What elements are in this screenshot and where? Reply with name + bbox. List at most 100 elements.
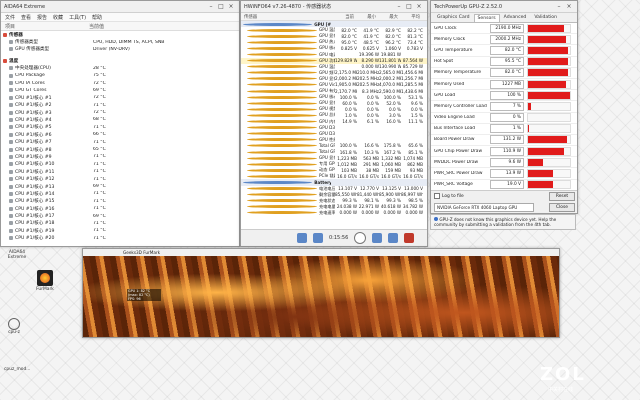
sensor-row[interactable]: CPU #1/核心 #19 71 °C <box>1 227 239 234</box>
tab-advanced[interactable]: Advanced <box>500 13 531 22</box>
sensor-row[interactable]: 传感器类型 CPU, HDD, DIMM TS, ACPI, SNB <box>1 38 239 45</box>
sensor-row[interactable]: CPU IA Cores 72 °C <box>1 79 239 86</box>
gpuz-sensor-label[interactable]: Hot Spot <box>434 59 490 64</box>
maximize-icon[interactable]: □ <box>404 3 414 10</box>
maximize-icon[interactable]: □ <box>216 3 226 10</box>
sensor-row[interactable]: GPU 传感器类型 Driver (NV-DRV) <box>1 46 239 53</box>
desktop-label-bottom[interactable]: cpuz_mod... <box>4 367 44 372</box>
minimize-icon[interactable]: – <box>554 3 564 10</box>
menu-item[interactable]: 文件 <box>5 14 15 21</box>
gpuz-window[interactable]: TechPowerUp GPU-Z 2.52.0 – × Graphics Ca… <box>430 0 578 214</box>
gpuz-sensor-row[interactable]: Memory Controller Load 7 % <box>431 101 577 113</box>
gpuz-sensor-row[interactable]: GPU Temperature 82.0 °C <box>431 45 577 57</box>
gpuz-sensor-label[interactable]: GPU Load <box>434 93 490 98</box>
gpuz-sensor-label[interactable]: Memory Used <box>434 82 490 87</box>
gpuz-sensor-label[interactable]: MVDDC Power Draw <box>434 160 490 165</box>
gpuz-sensor-row[interactable]: MVDDC Power Draw 9.6 W <box>431 157 577 169</box>
log-checkbox[interactable] <box>434 193 440 199</box>
gpuz-notice[interactable]: GPU-Z does not know this graphics device… <box>430 214 576 230</box>
desktop-icon-aida64[interactable]: AIDA64 Extreme <box>2 250 32 260</box>
tab-validation[interactable]: Validation <box>530 13 561 22</box>
sensor-row[interactable]: CPU #1/核心 #11 71 °C <box>1 168 239 175</box>
gpuz-sensor-label[interactable]: GPU Clock <box>434 26 490 31</box>
sensor-row[interactable]: CPU #1/核心 #5 71 °C <box>1 124 239 131</box>
sensor-row[interactable]: CPU #1/核心 #16 71 °C <box>1 205 239 212</box>
clock-icon[interactable] <box>354 232 367 244</box>
gpuz-sensor-label[interactable]: Memory Temperature <box>434 70 490 75</box>
tab-graphics-card[interactable]: Graphics Card <box>433 13 474 22</box>
menu-item[interactable]: 收藏 <box>53 14 63 21</box>
gpuz-sensor-row[interactable]: Memory Temperature 82.0 °C <box>431 68 577 79</box>
close-icon[interactable]: × <box>414 3 424 10</box>
column-header[interactable]: 当前 <box>332 14 354 20</box>
sensor-row[interactable]: CPU #1/核心 #6 66 °C <box>1 131 239 138</box>
column-header[interactable]: 平均 <box>398 14 420 20</box>
sensor-row[interactable]: PCIe 链路速度16.0 GT/s16.0 GT/s16.0 GT/s16.0… <box>241 173 427 179</box>
gpuz-sensor-row[interactable]: Bus Interface Load 1 % <box>431 124 577 135</box>
menu-item[interactable]: 报告 <box>37 14 47 21</box>
sensor-row[interactable]: CPU #1/核心 #4 68 °C <box>1 116 239 123</box>
sensor-row[interactable]: CPU #1/核心 #17 69 °C <box>1 212 239 219</box>
col-field[interactable]: 项目 <box>1 23 89 30</box>
sensor-row[interactable]: CPU #1/核心 #15 71 °C <box>1 198 239 205</box>
sensor-row[interactable]: CPU #1/核心 #8 65 °C <box>1 146 239 153</box>
sensor-row[interactable]: 充电速率 0.000 W 0.000 W 0.000 W 0.000 W <box>241 210 427 216</box>
gpuz-sensor-label[interactable]: Memory Clock <box>434 37 490 42</box>
gpuz-sensor-label[interactable]: Board Power Draw <box>434 137 490 142</box>
desktop-icon-furmark[interactable]: FurMark <box>34 270 56 292</box>
gpuz-sensor-label[interactable]: GPU Chip Power Draw <box>434 149 490 154</box>
log-to-file[interactable]: Log to file <box>434 193 464 199</box>
hwinfo-titlebar[interactable]: HWiNFO64 v7.26-4870 - 传感器状态 – □ × <box>241 1 427 13</box>
gpuz-sensor-row[interactable]: Memory Clock 2000.2 MHz <box>431 34 577 46</box>
gpuz-sensor-label[interactable]: PWR_SRC Voltage <box>434 182 490 187</box>
sensor-row[interactable]: CPU #1/核心 #7 71 °C <box>1 138 239 145</box>
reset-button[interactable]: Reset <box>549 192 575 201</box>
gpuz-sensor-row[interactable]: GPU Clock 2190.0 MHz <box>431 23 577 35</box>
column-header[interactable]: 最大 <box>376 14 398 20</box>
sensor-section[interactable]: 温度 <box>1 57 239 64</box>
tab-sensors[interactable]: Sensors <box>473 14 500 22</box>
gpuz-sensor-row[interactable]: Memory Used 1227 MB <box>431 79 577 91</box>
gpuz-sensor-label[interactable]: Bus Interface Load <box>434 126 490 131</box>
gpuz-sensor-row[interactable]: PWR_SRC Power Draw 13.9 W <box>431 168 577 180</box>
sensor-row[interactable]: CPU GT Cores 69 °C <box>1 87 239 94</box>
sensor-section[interactable]: 传感器 <box>1 31 239 38</box>
sensor-row[interactable]: CPU #1/核心 #2 71 °C <box>1 102 239 109</box>
sensors-icon[interactable] <box>313 233 323 243</box>
col-value[interactable]: 当前值 <box>89 23 104 30</box>
settings-icon[interactable] <box>388 233 399 243</box>
close-icon[interactable]: × <box>226 3 236 10</box>
column-header[interactable]: 最小 <box>354 14 376 20</box>
gpuz-titlebar[interactable]: TechPowerUp GPU-Z 2.52.0 – × <box>431 1 577 13</box>
gpuz-sensor-label[interactable]: Video Engine Load <box>434 115 490 120</box>
reset-icon[interactable] <box>372 233 383 243</box>
minimize-icon[interactable]: – <box>394 3 404 10</box>
close-icon[interactable] <box>404 233 415 243</box>
sensor-row[interactable]: CPU #1/核心 #12 71 °C <box>1 175 239 182</box>
aida64-titlebar[interactable]: AIDA64 Extreme – □ × <box>1 1 239 13</box>
gpuz-sensor-row[interactable]: Hot Spot 95.5 °C <box>431 57 577 68</box>
desktop-icon-cpuz[interactable]: cpu-z <box>3 318 25 335</box>
gpuz-sensor-label[interactable]: GPU Temperature <box>434 48 490 53</box>
minimize-icon[interactable]: – <box>206 3 216 10</box>
gpuz-sensor-row[interactable]: GPU Load 100 % <box>431 90 577 102</box>
network-icon[interactable] <box>297 233 307 243</box>
sensor-row[interactable]: CPU #1/核心 #9 71 °C <box>1 153 239 160</box>
furmark-window[interactable]: Geeks3D FurMark GPU 1: 82 °C (max: 82 °C… <box>82 248 560 338</box>
sensor-row[interactable]: CPU #1/核心 #13 69 °C <box>1 183 239 190</box>
gpuz-sensor-row[interactable]: Board Power Draw 131.2 W <box>431 135 577 147</box>
gpuz-sensor-label[interactable]: PWR_SRC Power Draw <box>434 171 490 176</box>
menu-item[interactable]: 工具(T) <box>69 14 86 21</box>
close-button[interactable]: Close <box>549 203 575 212</box>
sensor-row[interactable]: CPU #1/核心 #1 72 °C <box>1 94 239 101</box>
sensor-row[interactable]: CPU #1/核心 #20 71 °C <box>1 235 239 242</box>
gpu-select[interactable]: NVIDIA GeForce RTX 4060 Laptop GPU <box>434 203 534 212</box>
sensor-row[interactable]: 中央处理器(CPU) 28 °C <box>1 65 239 72</box>
column-header[interactable]: 传感器 <box>241 14 332 20</box>
menu-item[interactable]: 查看 <box>21 14 31 21</box>
gpuz-sensor-row[interactable]: GPU Chip Power Draw 110.9 W <box>431 146 577 158</box>
hwinfo-window[interactable]: HWiNFO64 v7.26-4870 - 传感器状态 – □ × 传感器 当前最… <box>240 0 428 247</box>
sensor-row[interactable]: CPU #1/核心 #10 71 °C <box>1 161 239 168</box>
sensor-row[interactable]: CPU #1/核心 #14 71 °C <box>1 190 239 197</box>
sensor-row[interactable]: CPU #1/核心 #18 71 °C <box>1 220 239 227</box>
